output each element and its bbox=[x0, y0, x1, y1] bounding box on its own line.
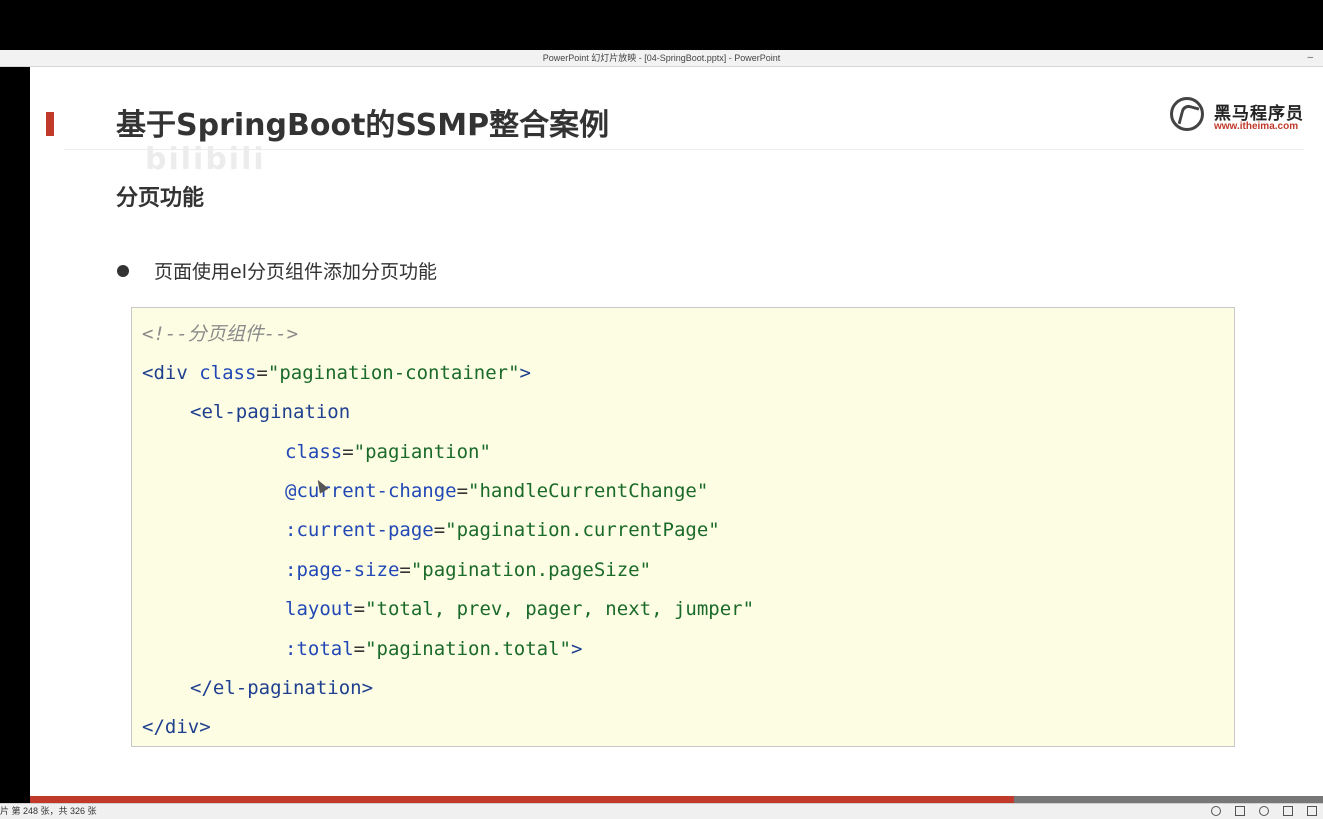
slideshow-progress-bar bbox=[30, 796, 1323, 803]
code-bracket: > bbox=[571, 638, 583, 660]
code-line-layout: layout="total, prev, pager, next, jumper… bbox=[285, 597, 754, 621]
code-eq: = bbox=[342, 441, 354, 463]
code-eq: = bbox=[353, 598, 366, 620]
code-line-comment: <!--分页组件--> bbox=[142, 322, 298, 346]
previous-slide-icon[interactable] bbox=[1211, 806, 1221, 816]
code-line-current-page: :current-page="pagination.currentPage" bbox=[285, 518, 720, 542]
bullet-icon bbox=[117, 265, 129, 277]
code-eq: = bbox=[353, 638, 366, 660]
brand-url: www.itheima.com bbox=[1214, 121, 1299, 132]
slide-canvas[interactable]: 黑 bilibili 基于SpringBoot的SSMP整合案例 黑马程序员 w… bbox=[30, 67, 1323, 804]
code-attr: :page-size bbox=[285, 559, 400, 581]
status-bar-controls bbox=[1211, 806, 1317, 816]
code-line-pagination-open: <el-pagination bbox=[190, 400, 350, 424]
code-line-pagination-close: </el-pagination> bbox=[190, 676, 373, 700]
code-line-class: class="pagiantion" bbox=[285, 440, 491, 464]
watermark-left: 黑 bbox=[30, 161, 50, 185]
code-eq: = bbox=[399, 559, 411, 581]
slide-sorter-icon[interactable] bbox=[1307, 806, 1317, 816]
window-titlebar: PowerPoint 幻灯片放映 - [04-SpringBoot.pptx] … bbox=[0, 50, 1323, 67]
code-value: "pagiantion" bbox=[353, 441, 491, 463]
code-tag: <div bbox=[142, 362, 188, 384]
code-attr: class bbox=[285, 441, 343, 463]
minimize-button[interactable]: – bbox=[1307, 50, 1313, 66]
code-attr: :current-page bbox=[285, 519, 434, 541]
slide-counter: 片 第 248 张，共 326 张 bbox=[0, 806, 97, 816]
code-tag: <el-pagination bbox=[190, 401, 351, 423]
code-line-div-close: </div> bbox=[142, 715, 211, 739]
code-line-div-open: <div class="pagination-container"> bbox=[142, 361, 531, 385]
code-value: "pagination-container" bbox=[267, 362, 520, 384]
next-slide-icon[interactable] bbox=[1259, 806, 1269, 816]
screen-top-border bbox=[0, 0, 1323, 50]
code-comment: <!--分页组件--> bbox=[142, 323, 299, 345]
title-divider bbox=[64, 149, 1304, 150]
slide-title: 基于SpringBoot的SSMP整合案例 bbox=[116, 108, 610, 143]
slideshow-progress-fill bbox=[30, 796, 1014, 803]
code-line-page-size: :page-size="pagination.pageSize" bbox=[285, 558, 651, 582]
section-heading: 分页功能 bbox=[116, 186, 205, 211]
code-attr: layout bbox=[285, 598, 354, 620]
brand-logo: 黑马程序员 www.itheima.com bbox=[1170, 97, 1310, 137]
code-line-current-change: @current-change="handleCurrentChange" bbox=[285, 479, 708, 503]
watermark: bilibili bbox=[145, 142, 266, 177]
code-value: "handleCurrentChange" bbox=[468, 480, 709, 502]
code-attr: class bbox=[199, 362, 257, 384]
menu-icon[interactable] bbox=[1235, 806, 1245, 816]
code-tag: </div> bbox=[142, 716, 211, 738]
code-value: "pagination.currentPage" bbox=[445, 519, 720, 541]
window-title: PowerPoint 幻灯片放映 - [04-SpringBoot.pptx] … bbox=[542, 53, 781, 63]
code-value: "pagination.pageSize" bbox=[410, 559, 652, 581]
bullet-text: 页面使用el分页组件添加分页功能 bbox=[154, 261, 437, 283]
code-value: "total, prev, pager, next, jumper" bbox=[365, 598, 755, 620]
status-bar: 片 第 248 张，共 326 张 bbox=[0, 803, 1323, 819]
title-accent-bar bbox=[46, 112, 54, 136]
code-attr: @current-change bbox=[285, 480, 457, 502]
normal-view-icon[interactable] bbox=[1283, 806, 1293, 816]
code-line-total: :total="pagination.total"> bbox=[285, 637, 582, 661]
code-eq: = bbox=[456, 480, 469, 502]
screen-left-border bbox=[0, 67, 30, 804]
code-bracket: > bbox=[519, 362, 531, 384]
code-block: <!--分页组件--> <div class="pagination-conta… bbox=[131, 307, 1235, 747]
code-eq: = bbox=[256, 362, 268, 384]
horse-logo-icon bbox=[1170, 97, 1204, 131]
code-value: "pagination.total" bbox=[365, 638, 571, 660]
code-attr: :total bbox=[285, 638, 354, 660]
code-eq: = bbox=[433, 519, 446, 541]
code-tag: </el-pagination> bbox=[190, 677, 374, 699]
